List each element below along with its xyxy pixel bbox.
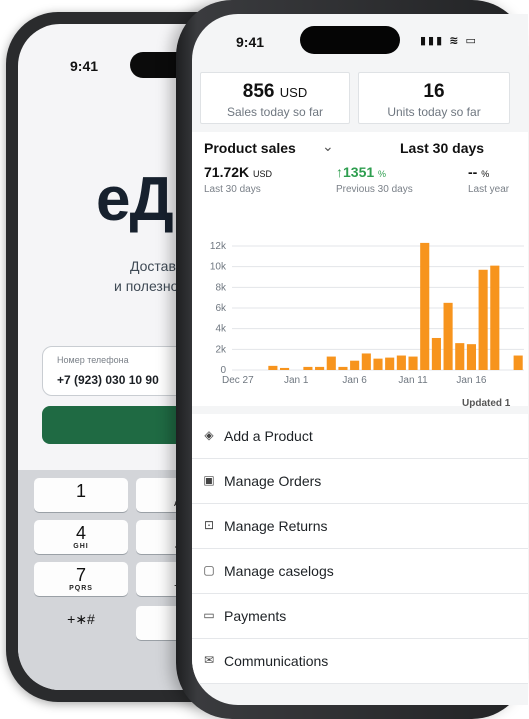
y-tick-label: 10k (210, 262, 227, 273)
sales-bar[interactable] (443, 302, 453, 370)
units-today-value: 16 (423, 81, 445, 102)
front-phone-screen: 9:41 ▮▮▮ ≋ ▭ 856 USD Sales today so far … (192, 14, 528, 705)
sales-value: 856 (242, 81, 275, 102)
x-tick-label: Jan 11 (398, 375, 428, 386)
dynamic-island (300, 26, 400, 54)
sales-bar[interactable] (303, 366, 313, 370)
menu-item-label: Communications (224, 653, 329, 669)
menu-item-label: Manage Orders (224, 473, 322, 489)
status-time: 9:41 (236, 34, 265, 50)
metric-value: 71.72K USD (204, 164, 272, 180)
x-tick-label: Jan 6 (342, 375, 367, 386)
sales-today-value: 856 USD (201, 81, 349, 103)
metric-number: 71.72K (204, 164, 250, 180)
sales-today-label: Sales today so far (226, 105, 324, 119)
menu-item-label: Add a Product (224, 428, 313, 444)
sales-bar[interactable] (361, 353, 371, 370)
key-digit: 1 (75, 481, 86, 501)
key-digit: +∗# (67, 611, 95, 627)
key-symbols[interactable]: +∗# (34, 606, 128, 640)
menu-item-label: Manage Returns (224, 518, 328, 534)
card-icon: ▭ (203, 608, 215, 622)
sales-bar[interactable] (338, 366, 348, 370)
metric-unit: % (378, 169, 387, 179)
metric-value: ↑1351 % (336, 164, 386, 180)
sales-bar[interactable] (350, 360, 360, 370)
chat-icon: ▢ (203, 563, 215, 577)
y-tick-label: 8k (215, 282, 227, 293)
metric-unit: % (481, 169, 490, 179)
key-4[interactable]: 4 GHI (34, 520, 128, 554)
date-range-selector[interactable]: Last 30 days (400, 140, 484, 156)
metric-previous: ↑1351 % Previous 30 days (336, 164, 413, 195)
mail-icon: ✉ (203, 653, 215, 667)
key-7[interactable]: 7 PQRS (34, 562, 128, 596)
product-sales-title: Product sales (204, 140, 296, 156)
sales-bar[interactable] (373, 358, 383, 370)
return-icon: ⊡ (203, 518, 215, 532)
sales-bar[interactable] (431, 337, 441, 370)
menu-item-manage-orders[interactable]: ▣ Manage Orders (192, 459, 528, 504)
sales-unit: USD (279, 85, 308, 100)
phone-field-label: Номер телефона (57, 355, 129, 365)
sales-bar[interactable] (408, 356, 418, 370)
key-letters: GHI (73, 543, 89, 550)
phone-field-value: +7 (923) 030 10 90 (57, 373, 159, 387)
tag-icon: ◈ (204, 428, 214, 442)
sales-bar[interactable] (513, 355, 523, 370)
sales-bar[interactable] (490, 265, 500, 370)
action-menu: ◈ Add a Product ▣ Manage Orders ⊡ Manage… (192, 414, 528, 684)
units-today-card[interactable]: 16 Units today so far (358, 72, 510, 124)
x-tick-label: Dec 27 (222, 375, 254, 386)
status-time: 9:41 (70, 58, 99, 74)
box-icon: ▣ (203, 473, 215, 487)
metric-value: -- % (468, 164, 489, 180)
key-digit: 4 (75, 523, 86, 543)
front-phone: 9:41 ▮▮▮ ≋ ▭ 856 USD Sales today so far … (176, 0, 528, 719)
y-tick-label: 2k (215, 344, 227, 355)
menu-item-label: Manage caselogs (224, 563, 334, 579)
menu-item-communications[interactable]: ✉ Communications (192, 639, 528, 684)
updated-timestamp: Updated 1 (462, 398, 511, 409)
sales-bar[interactable] (478, 269, 488, 370)
x-tick-label: Jan 16 (456, 375, 486, 386)
app-logo: eД (96, 165, 174, 234)
x-tick-label: Jan 1 (284, 375, 309, 386)
sales-bar[interactable] (466, 344, 476, 370)
key-1[interactable]: 1 (34, 478, 128, 512)
status-icons: ▮▮▮ ≋ ▭ (420, 35, 478, 47)
metric-total: 71.72K USD Last 30 days (204, 164, 272, 195)
metric-caption: Last year (468, 184, 510, 195)
metric-caption: Last 30 days (204, 184, 261, 195)
sales-bar[interactable] (455, 343, 465, 370)
sales-bar[interactable] (396, 355, 406, 370)
sales-bar[interactable] (326, 356, 336, 370)
y-tick-label: 6k (215, 303, 227, 314)
menu-item-add-product[interactable]: ◈ Add a Product (192, 414, 528, 459)
y-tick-label: 12k (210, 241, 227, 252)
sales-bar[interactable] (385, 357, 395, 370)
metric-unit: USD (253, 169, 273, 179)
y-tick-label: 4k (215, 324, 227, 335)
metric-number: ↑1351 (336, 164, 375, 180)
sales-today-card[interactable]: 856 USD Sales today so far (200, 72, 350, 124)
metric-number: -- (468, 164, 478, 180)
menu-item-manage-caselogs[interactable]: ▢ Manage caselogs (192, 549, 528, 594)
menu-item-manage-returns[interactable]: ⊡ Manage Returns (192, 504, 528, 549)
metric-caption: Previous 30 days (336, 184, 413, 195)
sales-bar[interactable] (315, 366, 325, 370)
sales-bar-chart: 02k4k6k8k10k12kDec 27 Jan 1 Jan 6 Jan 11 Jan… (210, 241, 524, 386)
menu-item-payments[interactable]: ▭ Payments (192, 594, 528, 639)
sales-bar[interactable] (280, 367, 290, 370)
menu-item-label: Payments (224, 608, 287, 624)
sales-bar[interactable] (268, 365, 278, 370)
chevron-down-icon[interactable]: ⌄ (322, 138, 334, 155)
units-today-label: Units today so far (387, 105, 481, 119)
product-sales-panel: Product sales ⌄ Last 30 days 71.72K USD … (192, 132, 528, 409)
metric-last-year: -- % Last year (468, 164, 509, 195)
sales-bar[interactable] (420, 242, 430, 370)
key-digit: 7 (75, 565, 86, 585)
key-letters: PQRS (69, 585, 93, 592)
